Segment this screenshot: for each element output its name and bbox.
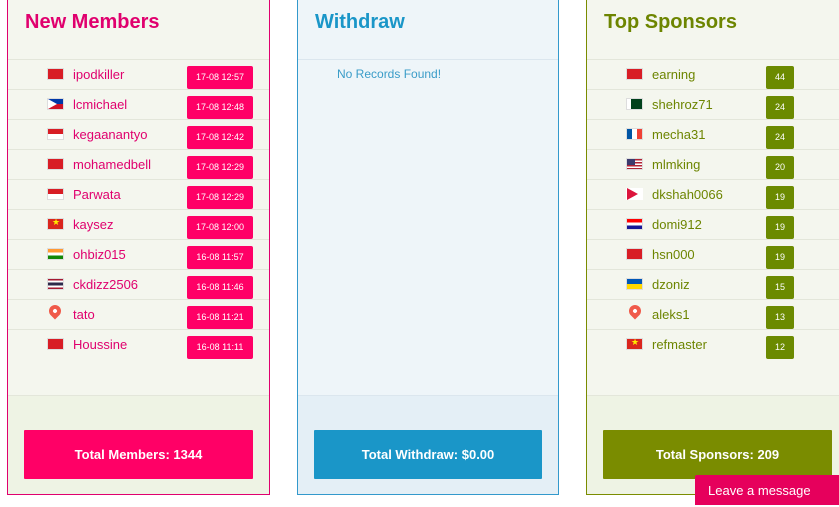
france-flag-icon — [626, 128, 643, 140]
ukraine-flag-icon — [626, 278, 643, 290]
top-sponsors-title: Top Sponsors — [604, 11, 737, 33]
list-item: Parwata 17-08 12:29 — [8, 180, 269, 210]
sponsor-name[interactable]: shehroz71 — [652, 97, 713, 112]
red-flag-icon — [47, 68, 64, 80]
join-time-badge: 17-08 12:29 — [187, 156, 253, 179]
top-sponsors-panel: Top Sponsors earning 44 shehroz71 24 mec… — [586, 0, 839, 495]
referral-count-badge: 24 — [766, 126, 794, 149]
red-flag-icon — [47, 338, 64, 350]
usa-flag-icon — [626, 158, 643, 170]
croatia-flag-icon — [626, 218, 643, 230]
member-name[interactable]: Parwata — [73, 187, 121, 202]
list-item: mohamedbell 17-08 12:29 — [8, 150, 269, 180]
list-item: shehroz71 24 — [587, 90, 839, 120]
sponsor-name[interactable]: mlmking — [652, 157, 700, 172]
referral-count-badge: 19 — [766, 186, 794, 209]
list-item: mecha31 24 — [587, 120, 839, 150]
member-name[interactable]: tato — [73, 307, 95, 322]
referral-count-badge: 20 — [766, 156, 794, 179]
withdraw-footer: Total Withdraw: $0.00 — [298, 395, 558, 494]
member-name[interactable]: ckdizz2506 — [73, 277, 138, 292]
red-flag-icon — [47, 158, 64, 170]
list-item: kaysez 17-08 12:00 — [8, 210, 269, 240]
list-item: ipodkiller 17-08 12:57 — [8, 60, 269, 90]
join-time-badge: 16-08 11:57 — [187, 246, 253, 269]
no-records-text: No Records Found! — [337, 67, 442, 81]
join-time-badge: 17-08 12:00 — [187, 216, 253, 239]
sponsor-name[interactable]: dzoniz — [652, 277, 690, 292]
top-sponsors-list: earning 44 shehroz71 24 mecha31 24 mlmki… — [587, 59, 839, 359]
indonesia-flag-icon — [47, 188, 64, 200]
nepal-flag-icon — [626, 188, 643, 200]
red-flag-icon — [626, 248, 643, 260]
referral-count-badge: 13 — [766, 306, 794, 329]
philippines-flag-icon — [47, 98, 64, 110]
sponsor-name[interactable]: mecha31 — [652, 127, 705, 142]
list-item: hsn000 19 — [587, 240, 839, 270]
location-pin-icon — [46, 302, 64, 320]
member-name[interactable]: ipodkiller — [73, 67, 124, 82]
list-item: earning 44 — [587, 60, 839, 90]
join-time-badge: 17-08 12:29 — [187, 186, 253, 209]
list-item: aleks1 13 — [587, 300, 839, 330]
vietnam-flag-icon — [626, 338, 643, 350]
join-time-badge: 16-08 11:46 — [187, 276, 253, 299]
sponsor-name[interactable]: domi912 — [652, 217, 702, 232]
member-name[interactable]: lcmichael — [73, 97, 127, 112]
list-item: ohbiz015 16-08 11:57 — [8, 240, 269, 270]
join-time-badge: 17-08 12:57 — [187, 66, 253, 89]
referral-count-badge: 44 — [766, 66, 794, 89]
red-flag-icon — [626, 68, 643, 80]
join-time-badge: 16-08 11:11 — [187, 336, 253, 359]
vietnam-flag-icon — [47, 218, 64, 230]
new-members-footer: Total Members: 1344 — [8, 395, 269, 494]
referral-count-badge: 15 — [766, 276, 794, 299]
new-members-panel: New Members ipodkiller 17-08 12:57 lcmic… — [7, 0, 270, 495]
sponsor-name[interactable]: earning — [652, 67, 695, 82]
list-item: tato 16-08 11:21 — [8, 300, 269, 330]
member-name[interactable]: ohbiz015 — [73, 247, 126, 262]
list-item: dzoniz 15 — [587, 270, 839, 300]
list-item: mlmking 20 — [587, 150, 839, 180]
member-name[interactable]: kaysez — [73, 217, 113, 232]
india-flag-icon — [47, 248, 64, 260]
new-members-list: ipodkiller 17-08 12:57 lcmichael 17-08 1… — [8, 59, 269, 359]
withdraw-panel: Withdraw No Records Found! Total Withdra… — [297, 0, 559, 495]
list-item: domi912 19 — [587, 210, 839, 240]
list-item: refmaster 12 — [587, 330, 839, 359]
thailand-flag-icon — [47, 278, 64, 290]
member-name[interactable]: Houssine — [73, 337, 127, 352]
pakistan-flag-icon — [626, 98, 643, 110]
location-pin-icon — [626, 302, 644, 320]
total-withdraw-button[interactable]: Total Withdraw: $0.00 — [314, 430, 542, 479]
member-name[interactable]: kegaanantyo — [73, 127, 147, 142]
sponsor-name[interactable]: aleks1 — [652, 307, 690, 322]
total-sponsors-button[interactable]: Total Sponsors: 209 — [603, 430, 832, 479]
indonesia-flag-icon — [47, 128, 64, 140]
list-item: Houssine 16-08 11:11 — [8, 330, 269, 359]
referral-count-badge: 12 — [766, 336, 794, 359]
list-item: lcmichael 17-08 12:48 — [8, 90, 269, 120]
new-members-title: New Members — [25, 11, 160, 33]
referral-count-badge: 19 — [766, 246, 794, 269]
list-item: kegaanantyo 17-08 12:42 — [8, 120, 269, 150]
withdraw-title: Withdraw — [315, 11, 405, 33]
leave-message-button[interactable]: Leave a message — [695, 475, 839, 505]
withdraw-list — [298, 59, 558, 60]
join-time-badge: 16-08 11:21 — [187, 306, 253, 329]
referral-count-badge: 19 — [766, 216, 794, 239]
list-item: ckdizz2506 16-08 11:46 — [8, 270, 269, 300]
total-members-button[interactable]: Total Members: 1344 — [24, 430, 253, 479]
list-item: dkshah0066 19 — [587, 180, 839, 210]
join-time-badge: 17-08 12:48 — [187, 96, 253, 119]
referral-count-badge: 24 — [766, 96, 794, 119]
member-name[interactable]: mohamedbell — [73, 157, 151, 172]
sponsor-name[interactable]: hsn000 — [652, 247, 695, 262]
sponsor-name[interactable]: refmaster — [652, 337, 707, 352]
sponsor-name[interactable]: dkshah0066 — [652, 187, 723, 202]
join-time-badge: 17-08 12:42 — [187, 126, 253, 149]
